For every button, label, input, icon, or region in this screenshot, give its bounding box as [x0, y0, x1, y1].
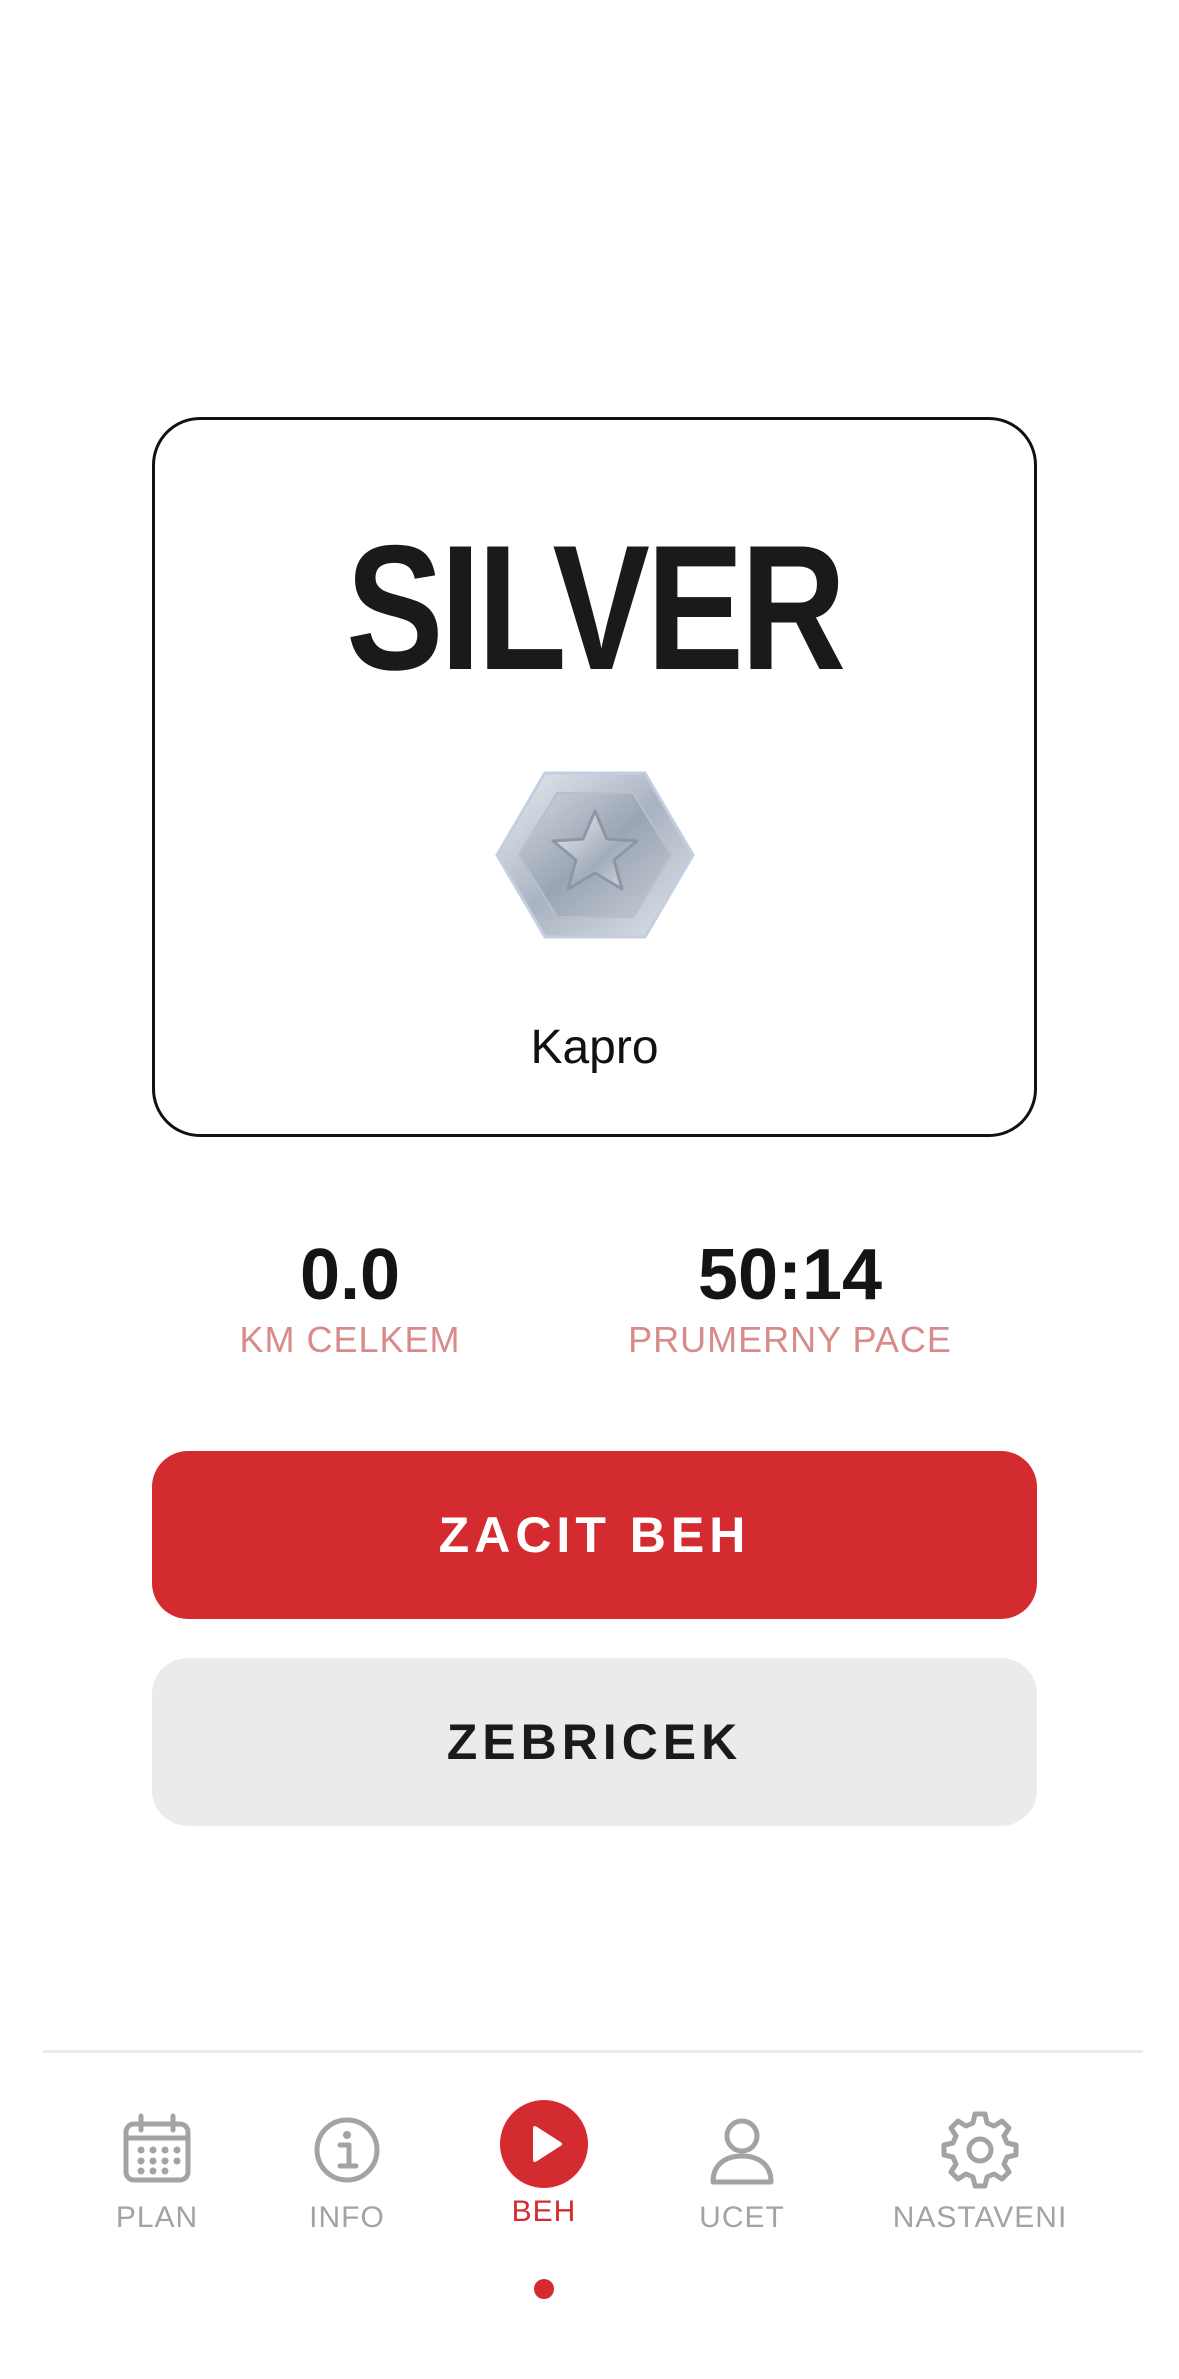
tab-plan[interactable]: PLAN — [57, 2110, 257, 2236]
user-icon — [710, 2118, 774, 2185]
tabbar-divider — [43, 2050, 1143, 2053]
tab-ucet-label: UCET — [699, 2201, 785, 2234]
tab-nastaveni[interactable]: NASTAVENI — [880, 2110, 1080, 2236]
silver-medal-icon — [495, 771, 695, 939]
average-pace-value: 50:14 — [697, 1235, 883, 1315]
tab-info-label: INFO — [309, 2201, 385, 2234]
average-pace-label: PRUMERNY PACE — [628, 1319, 952, 1360]
run-screen: SILVER Kapro 0.0 KM CELKEM 50:14 PRUMERN… — [0, 0, 1179, 2379]
start-run-button[interactable]: ZACIT BEH — [152, 1451, 1037, 1619]
rank-card: SILVER Kapro — [152, 417, 1037, 1137]
total-km-stat: 0.0 KM CELKEM — [200, 1235, 500, 1361]
rank-title: SILVER — [346, 508, 846, 707]
tab-beh[interactable]: BEH — [444, 2098, 644, 2230]
play-icon — [500, 2100, 588, 2188]
gear-icon — [941, 2111, 1019, 2189]
leaderboard-button[interactable]: ZEBRICEK — [152, 1658, 1037, 1826]
tab-plan-label: PLAN — [115, 2201, 199, 2234]
total-km-value: 0.0 — [299, 1235, 401, 1315]
total-km-label: KM CELKEM — [239, 1319, 461, 1360]
tab-ucet[interactable]: UCET — [642, 2110, 842, 2236]
average-pace-stat: 50:14 PRUMERNY PACE — [620, 1235, 960, 1361]
rank-user-name: Kapro — [530, 1021, 659, 1074]
active-tab-indicator — [534, 2279, 554, 2299]
tab-info[interactable]: INFO — [247, 2110, 447, 2236]
tab-beh-label: BEH — [511, 2195, 577, 2228]
calendar-icon — [123, 2113, 191, 2183]
info-icon — [314, 2117, 380, 2183]
tab-nastaveni-label: NASTAVENI — [892, 2201, 1068, 2234]
